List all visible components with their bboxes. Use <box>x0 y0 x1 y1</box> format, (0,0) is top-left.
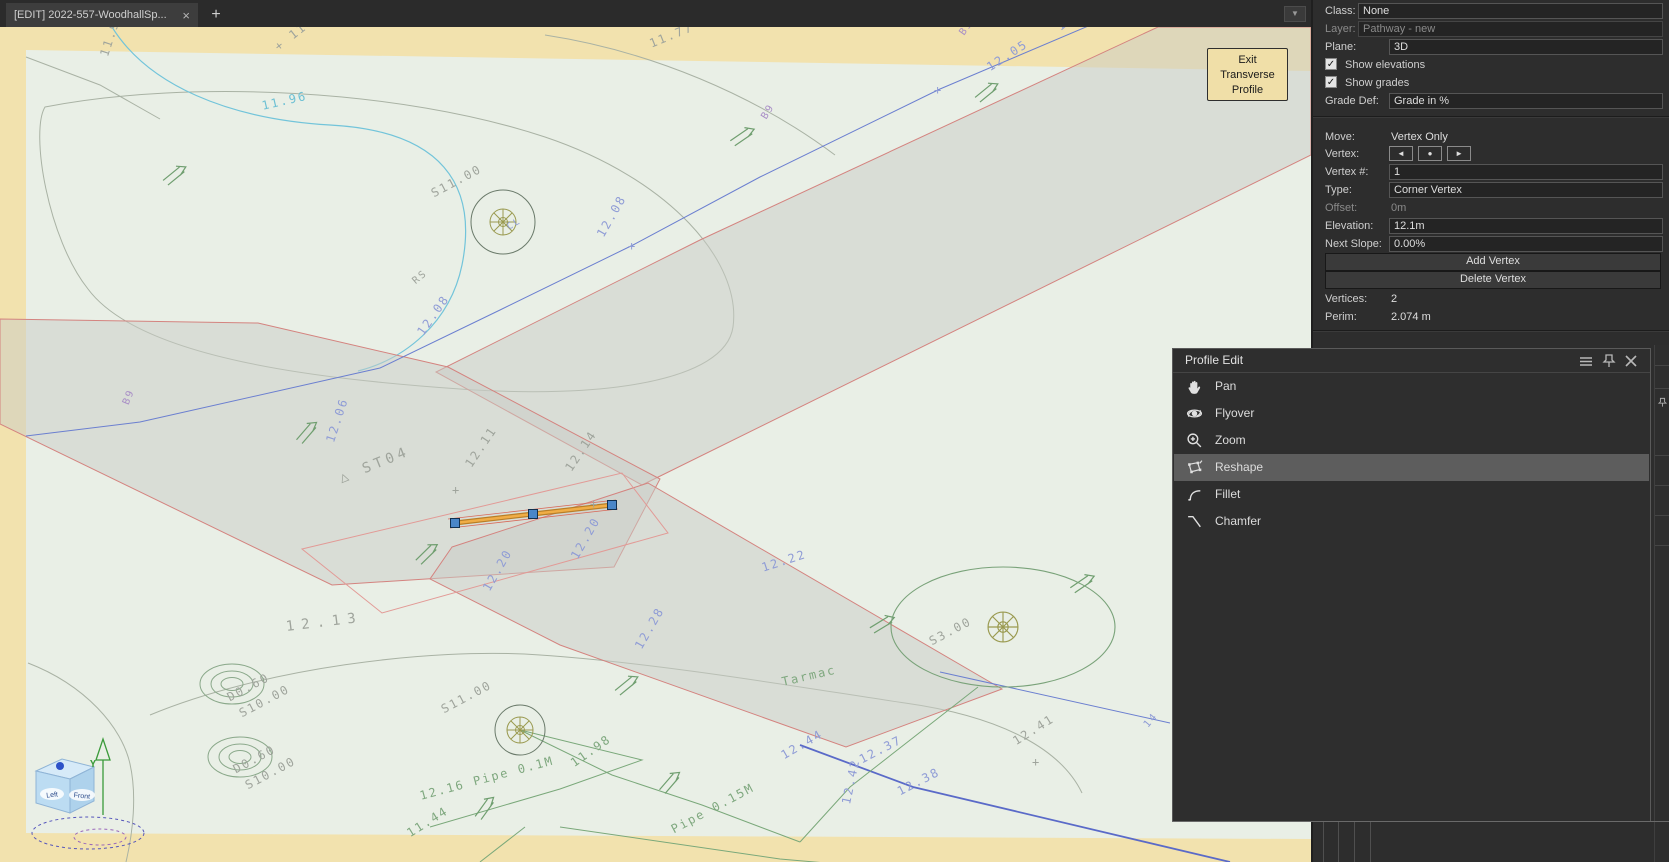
vertex-handle-mid <box>528 509 538 519</box>
offset-value: 0m <box>1391 202 1407 214</box>
show-grades-row: ✓ Show grades <box>1325 76 1410 89</box>
fillet-arc-icon <box>1188 490 1201 501</box>
drawing-canvas[interactable]: Left Front + 11.9911.9411.7711.9612.0412… <box>0 27 1311 862</box>
prev-vertex-button[interactable]: ◄ <box>1389 146 1413 161</box>
new-tab-button[interactable]: + <box>204 3 228 27</box>
view-cube-left-label: Left <box>46 791 58 799</box>
show-elevations-row: ✓ Show elevations <box>1325 58 1426 71</box>
next-slope-field[interactable]: 0.00% <box>1389 236 1663 252</box>
tool-zoom[interactable]: Zoom <box>1174 427 1649 454</box>
show-elevations-checkbox[interactable]: ✓ <box>1325 58 1337 70</box>
palette-dock-strip[interactable] <box>1654 345 1669 862</box>
vertex-handle-1 <box>450 518 460 528</box>
tool-fillet[interactable]: Fillet <box>1174 481 1649 508</box>
palette-title: Profile Edit <box>1185 353 1244 367</box>
tab-bar: [EDIT] 2022-557-WoodhallSp... × + ▼ <box>0 0 1311 27</box>
tool-label: Zoom <box>1215 433 1246 447</box>
tool-flyover[interactable]: Flyover <box>1174 400 1649 427</box>
tool-label: Chamfer <box>1215 514 1262 528</box>
delete-vertex-row: Delete Vertex <box>1313 271 1669 289</box>
vertex-type-row: Type: Corner Vertex <box>1313 181 1669 199</box>
palette-menu-icon[interactable] <box>1578 353 1594 369</box>
survey-label: + <box>1032 755 1042 769</box>
palette-bottom-edge <box>1172 821 1669 822</box>
vertex-handle-2 <box>607 500 617 510</box>
add-vertex-button[interactable]: Add Vertex <box>1325 253 1661 271</box>
palette-title-bar[interactable]: Profile Edit <box>1173 349 1650 373</box>
pan-hand-icon <box>1188 380 1201 394</box>
grade-def-row: Grade Def: Grade in % <box>1313 92 1669 110</box>
zoom-magnifier-icon <box>1187 433 1202 448</box>
survey-label: + <box>452 483 462 497</box>
profile-edit-palette: Profile Edit Pan Flyover Zoom Reshape Fi… <box>1172 348 1651 822</box>
offset-row: Offset: 0m <box>1325 202 1407 214</box>
tool-label: Pan <box>1215 379 1237 393</box>
survey-label: Y <box>90 759 99 770</box>
current-vertex-button[interactable]: ● <box>1418 146 1443 161</box>
grade-def-field[interactable]: Grade in % <box>1389 93 1663 109</box>
move-row: Move: Vertex Only <box>1325 131 1448 143</box>
vertex-type-field[interactable]: Corner Vertex <box>1389 182 1663 198</box>
perimeter-value: 2.074 m <box>1391 311 1431 323</box>
layer-field: Pathway - new <box>1358 21 1663 37</box>
vertices-count: 2 <box>1391 293 1398 305</box>
status-strip-ticks <box>1311 822 1401 862</box>
panel-separator-bottom <box>1313 330 1669 332</box>
tab-close-icon[interactable]: × <box>182 8 190 23</box>
elevation-row: Elevation: 12.1m <box>1313 217 1669 235</box>
layer-row: Layer: Pathway - new <box>1313 20 1669 38</box>
close-icon[interactable] <box>1623 353 1639 369</box>
class-row: Class: None <box>1313 2 1669 20</box>
tool-label: Fillet <box>1215 487 1241 501</box>
delete-vertex-button[interactable]: Delete Vertex <box>1325 271 1661 289</box>
pin-icon[interactable] <box>1601 353 1617 369</box>
plane-row: Plane: 3D <box>1313 38 1669 56</box>
document-tab-title: [EDIT] 2022-557-WoodhallSp... <box>14 9 167 21</box>
vertex-number-field[interactable]: 1 <box>1389 164 1663 180</box>
vertex-nav-row: Vertex: ◄ ● ► <box>1313 145 1669 163</box>
class-field[interactable]: None <box>1358 3 1663 19</box>
reshape-polygon-icon <box>1188 460 1203 474</box>
vertices-row: Vertices: 2 <box>1325 293 1398 305</box>
survey-label: + <box>590 497 600 511</box>
tool-label: Reshape <box>1215 460 1264 474</box>
add-vertex-row: Add Vertex <box>1313 253 1669 271</box>
perimeter-row: Perim: 2.074 m <box>1325 311 1431 323</box>
vertex-number-row: Vertex #: 1 <box>1313 163 1669 181</box>
flyover-orbit-icon <box>1186 409 1203 418</box>
tool-label: Flyover <box>1215 406 1255 420</box>
survey-label: + <box>934 83 944 97</box>
tool-chamfer[interactable]: Chamfer <box>1174 508 1649 535</box>
panel-separator <box>1313 116 1669 118</box>
document-tab[interactable]: [EDIT] 2022-557-WoodhallSp... × <box>6 3 198 27</box>
survey-label: + <box>628 239 638 253</box>
next-vertex-button[interactable]: ► <box>1447 146 1472 161</box>
move-mode-value[interactable]: Vertex Only <box>1391 131 1448 143</box>
pin-icon <box>1657 397 1668 407</box>
next-slope-row: Next Slope: 0.00% <box>1313 235 1669 253</box>
chevron-down-icon: ▼ <box>1291 9 1299 18</box>
survey-drawing: Left Front <box>0 27 1311 862</box>
elevation-field[interactable]: 12.1m <box>1389 218 1663 234</box>
show-grades-checkbox[interactable]: ✓ <box>1325 76 1337 88</box>
tab-list-dropdown-button[interactable]: ▼ <box>1284 6 1306 22</box>
chamfer-line-icon <box>1188 516 1201 528</box>
plane-field[interactable]: 3D <box>1389 39 1663 55</box>
tool-pan[interactable]: Pan <box>1174 373 1649 400</box>
exit-transverse-profile-button[interactable]: Exit Transverse Profile <box>1207 48 1288 101</box>
tool-reshape[interactable]: Reshape <box>1174 454 1649 481</box>
